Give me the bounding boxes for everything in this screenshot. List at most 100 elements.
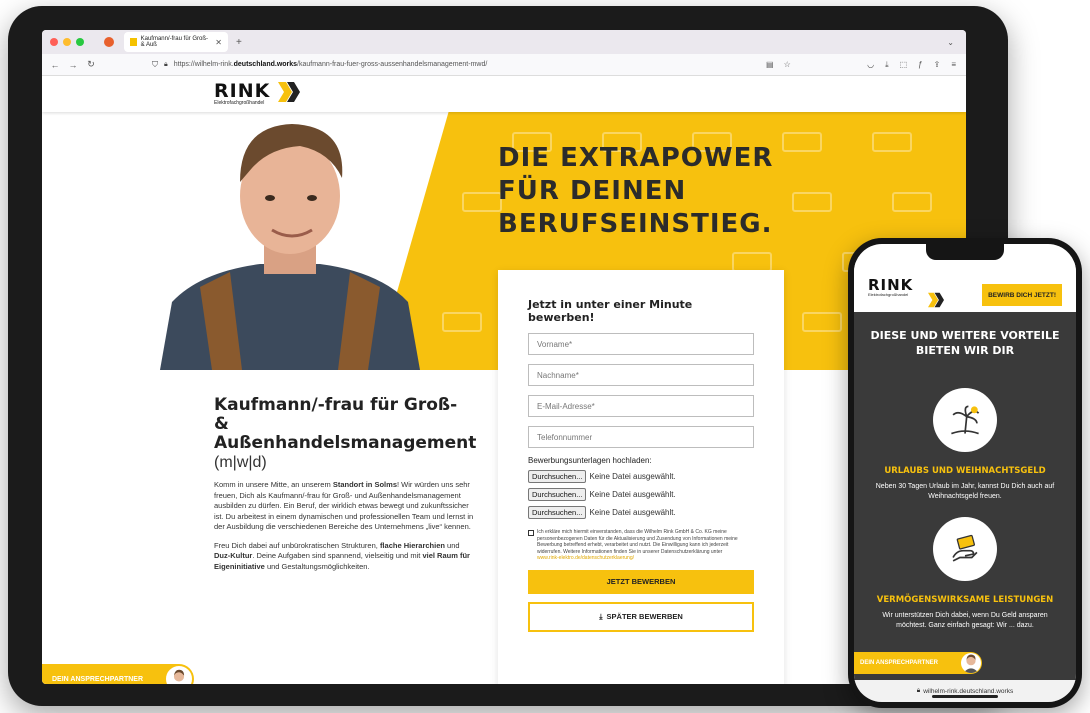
battery-icon [462, 192, 502, 212]
back-arrow-icon[interactable]: ← [46, 60, 64, 70]
email-input[interactable]: E-Mail-Adresse* [528, 395, 754, 417]
phone-url-bar[interactable]: 🔒︎ wilhelm-rink.deutschland.works [854, 680, 1076, 702]
contact-label: DEIN ANSPRECHPARTNER [860, 660, 939, 666]
money-hand-icon [933, 517, 997, 581]
upload-row: Durchsuchen... Keine Datei ausgewählt. [528, 470, 754, 483]
contact-avatar [961, 653, 981, 673]
benefit-title: VERMÖGENSWIRKSAME LEISTUNGEN [876, 595, 1054, 605]
hero-headline-line: FÜR DEINEN [498, 176, 687, 206]
maximize-window-button[interactable] [76, 38, 84, 46]
contact-label: DEIN ANSPRECHPARTNER [52, 675, 144, 683]
menu-icon[interactable]: ≡ [951, 60, 956, 70]
upload-status: Keine Datei ausgewählt. [589, 472, 676, 481]
benefit-text: Neben 30 Tagen Urlaub im Jahr, kannst Du… [875, 483, 1055, 500]
upload-label: Bewerbungsunterlagen hochladen: [528, 456, 652, 465]
job-description: Kaufmann/-frau für Groß- & Außenhandelsm… [214, 395, 477, 572]
rink-logo[interactable]: RINK Elektrofachgroßhandel [214, 80, 300, 106]
toolbar-icons: ◡ ⤓ ⬚ ƒ ⇪ ≡ [867, 60, 956, 70]
url-bar[interactable]: ⛉ 🔒︎ https://wilhelm-rink.deutschland.wo… [146, 57, 766, 73]
contact-person-badge[interactable]: DEIN ANSPRECHPARTNER [42, 664, 194, 684]
home-indicator[interactable] [932, 695, 998, 698]
browse-file-button[interactable]: Durchsuchen... [528, 506, 587, 519]
url-text: https://wilhelm-rink.deutschland.works/k… [173, 61, 488, 68]
battery-icon [802, 312, 842, 332]
web-page: RINK Elektrofachgroßhandel DIE EXTRAPOWE… [42, 76, 966, 684]
close-window-button[interactable] [50, 38, 58, 46]
logo-chevron-icon [928, 292, 944, 308]
shield-icon[interactable]: ⛉ [152, 60, 158, 70]
browse-file-button[interactable]: Durchsuchen... [528, 488, 587, 501]
consent-row: Ich erkläre mich hiermit einverstanden, … [528, 529, 754, 562]
consent-checkbox[interactable] [528, 530, 534, 536]
apply-now-button[interactable]: JETZT BEWERBEN [528, 569, 754, 594]
consent-text: Ich erkläre mich hiermit einverstanden, … [537, 529, 738, 561]
phone-url-text: wilhelm-rink.deutschland.works [923, 687, 1014, 695]
apply-later-button[interactable]: ⤓ SPÄTER BEWERBEN [528, 601, 754, 632]
browser-tab[interactable]: Kaufmann/-frau für Groß- & Auß ✕ [124, 32, 228, 52]
logo-subtitle: Elektrofachgroßhandel [868, 292, 909, 297]
url-actions: ▤ ☆ [766, 60, 791, 69]
battery-icon [872, 132, 912, 152]
battery-icon [792, 192, 832, 212]
phone-notch [926, 244, 1004, 260]
hero-headline-line: DIE EXTRAPOWER [498, 143, 774, 173]
logo-wordmark: RINK [214, 80, 271, 102]
battery-icon [732, 252, 772, 272]
hero-person-image [160, 124, 420, 370]
tab-close-icon[interactable]: ✕ [215, 38, 222, 47]
job-gender-note: (m|w|d) [214, 454, 267, 471]
form-heading: Jetzt in unter einer Minute bewerben! [528, 298, 693, 324]
battery-icon [442, 312, 482, 332]
apply-later-label: SPÄTER BEWERBEN [606, 612, 683, 621]
download-icon: ⤓ [599, 611, 603, 621]
bookmark-star-icon[interactable]: ☆ [784, 60, 791, 69]
benefit-text: Wir unterstützen Dich dabei, wenn Du Gel… [882, 612, 1048, 629]
mockup-stage: Kaufmann/-frau für Groß- & Auß ✕ + ⌄ ← →… [0, 0, 1090, 713]
benefits-section: DIESE UND WEITERE VORTEILE BIETEN WIR DI… [854, 312, 1076, 702]
benefit-title: URLAUBS UND WEIHNACHTSGELD [884, 466, 1046, 476]
logo-subtitle: Elektrofachgroßhandel [214, 100, 265, 106]
privacy-link[interactable]: www.rink-elektro.de/datenschutzerklaerun… [537, 555, 634, 561]
tab-favicon-icon [130, 38, 137, 46]
tablet-screen: Kaufmann/-frau für Groß- & Auß ✕ + ⌄ ← →… [42, 30, 966, 684]
first-name-input[interactable]: Vorname* [528, 333, 754, 355]
pocket-icon[interactable]: ◡ [867, 60, 874, 70]
phone-device: RINK Elektrofachgroßhandel BEWIRB DICH J… [848, 238, 1082, 708]
phone-rink-logo[interactable]: RINK Elektrofachgroßhandel [868, 276, 944, 308]
new-tab-button[interactable]: + [236, 37, 242, 48]
firefox-view-icon[interactable] [104, 37, 114, 47]
phone-screen: RINK Elektrofachgroßhandel BEWIRB DICH J… [854, 244, 1076, 702]
extensions-icon[interactable]: ⬚ [900, 60, 908, 70]
palm-tree-icon [933, 388, 997, 452]
font-icon[interactable]: ƒ [918, 60, 922, 70]
logo-chevron-icon [278, 82, 300, 102]
window-controls [50, 38, 84, 46]
minimize-window-button[interactable] [63, 38, 71, 46]
upload-row: Durchsuchen... Keine Datei ausgewählt. [528, 506, 754, 519]
phone-header: RINK Elektrofachgroßhandel BEWIRB DICH J… [854, 262, 1076, 312]
share-icon[interactable]: ⇪ [934, 60, 941, 70]
hero-headline: DIE EXTRAPOWER FÜR DEINEN BERUFSEINSTIEG… [498, 142, 798, 241]
upload-status: Keine Datei ausgewählt. [589, 508, 676, 517]
benefits-title-line: BIETEN WIR DIR [915, 344, 1015, 357]
upload-row: Durchsuchen... Keine Datei ausgewählt. [528, 488, 754, 501]
lock-icon: 🔒︎ [916, 687, 921, 694]
forward-arrow-icon[interactable]: → [64, 60, 82, 70]
browse-file-button[interactable]: Durchsuchen... [528, 470, 587, 483]
phone-apply-button[interactable]: BEWIRB DICH JETZT! [982, 284, 1062, 306]
reload-icon[interactable]: ↻ [82, 59, 100, 70]
reader-view-icon[interactable]: ▤ [766, 60, 774, 69]
phone-contact-badge[interactable]: DEIN ANSPRECHPARTNER [854, 652, 982, 674]
lock-icon[interactable]: 🔒︎ [164, 61, 168, 69]
site-header: RINK Elektrofachgroßhandel [42, 76, 966, 112]
tab-list-chevron-icon[interactable]: ⌄ [947, 38, 954, 47]
hero-headline-line: BERUFSEINSTIEG. [498, 209, 773, 239]
phone-input[interactable]: Telefonnummer [528, 426, 754, 448]
tab-title: Kaufmann/-frau für Groß- & Auß [140, 36, 208, 48]
intro-paragraph: Komm in unsere Mitte, an unserem Standor… [214, 480, 474, 531]
last-name-input[interactable]: Nachname* [528, 364, 754, 386]
download-icon[interactable]: ⤓ [885, 60, 889, 70]
battery-icon [892, 192, 932, 212]
browser-nav-bar: ← → ↻ ⛉ 🔒︎ https://wilhelm-rink.deutschl… [42, 54, 966, 76]
job-title: Kaufmann/-frau für Groß- & Außenhandelsm… [214, 395, 477, 453]
